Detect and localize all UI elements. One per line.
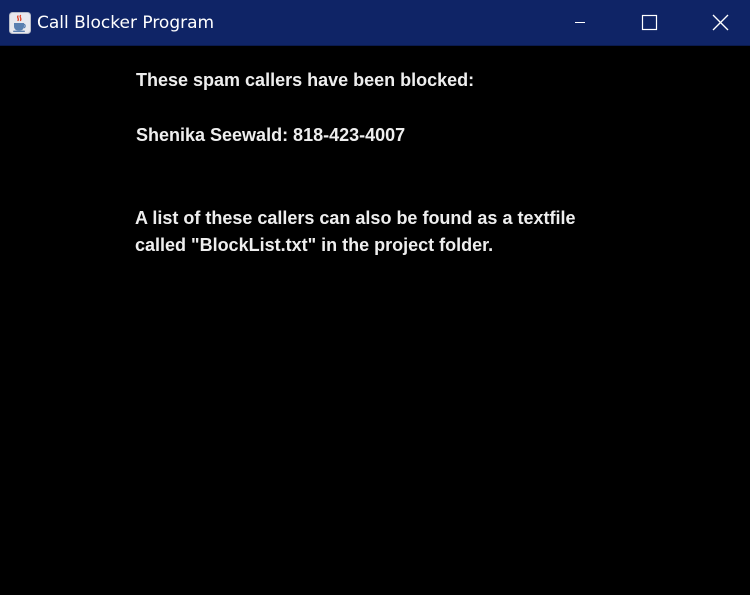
minimize-icon (575, 22, 585, 23)
java-cup-icon (9, 12, 31, 34)
blocklist-note-line-1: A list of these callers can also be foun… (135, 208, 576, 228)
maximize-button[interactable] (614, 0, 684, 45)
close-icon (712, 14, 729, 31)
title-bar[interactable]: Call Blocker Program (0, 0, 750, 46)
blocked-heading: These spam callers have been blocked: (136, 70, 475, 90)
maximize-icon (641, 14, 658, 31)
window-title: Call Blocker Program (37, 13, 215, 33)
blocked-caller-item: Shenika Seewald: 818-423-4007 (136, 125, 406, 145)
blocklist-note-line-2: called "BlockList.txt" in the project fo… (135, 235, 494, 255)
close-button[interactable] (684, 0, 750, 45)
content-area: These spam callers have been blocked: Sh… (0, 46, 750, 595)
call-blocker-window: Call Blocker Program These spam callers … (0, 0, 750, 595)
minimize-button[interactable] (545, 0, 615, 45)
